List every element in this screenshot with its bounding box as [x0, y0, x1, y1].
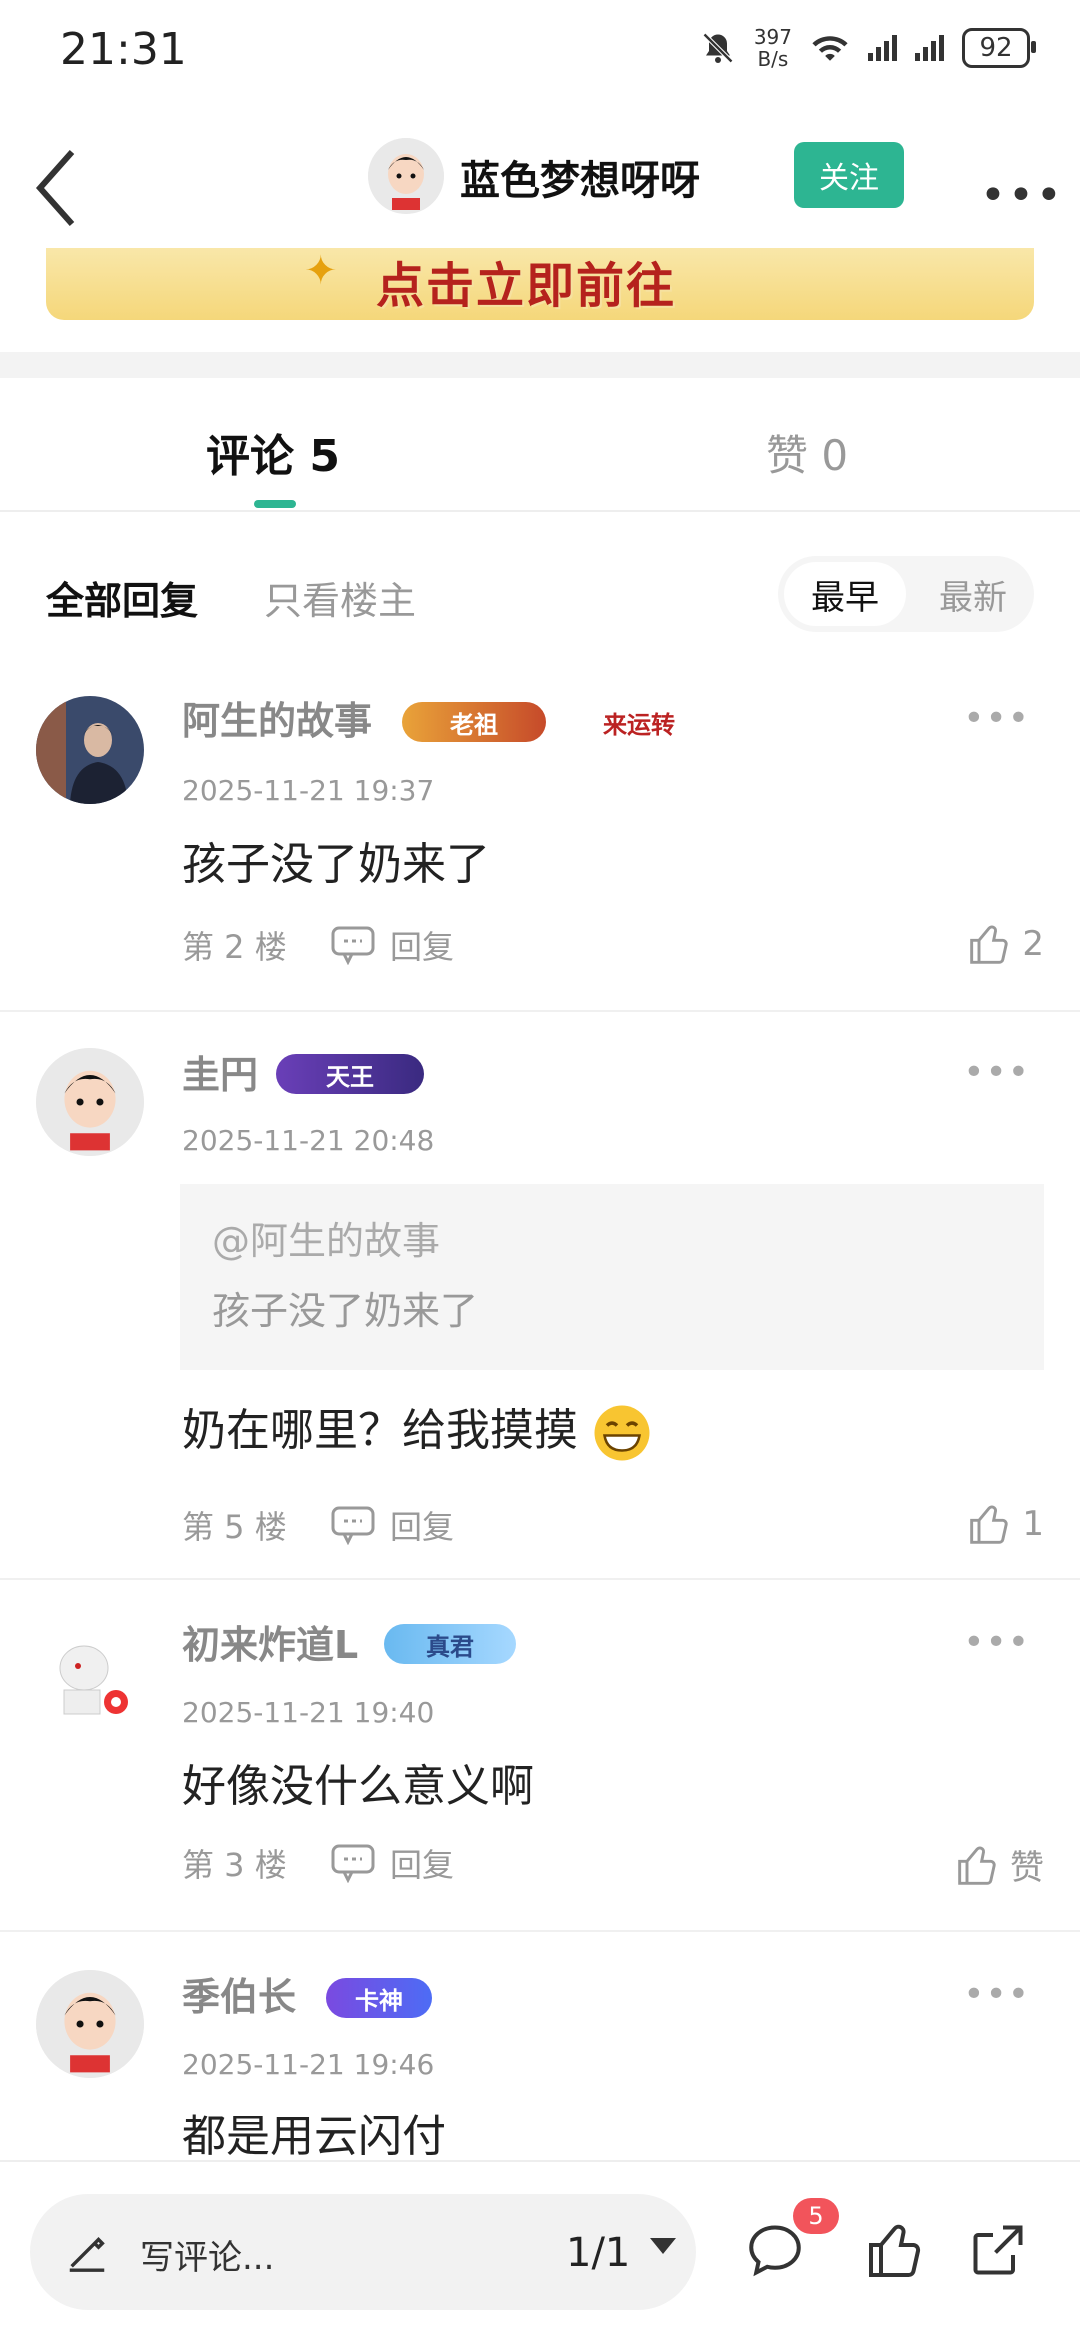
nav-header: 蓝色梦想呀呀 关注 •••	[0, 100, 1080, 250]
filter-all-replies[interactable]: 全部回复	[46, 570, 198, 625]
reply-button[interactable]: 回复	[330, 922, 454, 968]
tab-comments[interactable]: 评论 5	[206, 420, 340, 484]
comment-time: 2025-11-21 19:37	[182, 774, 435, 807]
reply-label: 回复	[390, 1846, 455, 1884]
more-options-icon[interactable]: •••	[980, 170, 1064, 221]
comment-item: 阿生的故事 老祖 来运转 ••• 2025-11-21 19:37 孩子没了奶来…	[0, 690, 1080, 1010]
quoted-text: 孩子没了奶来了	[212, 1289, 479, 1333]
write-comment-placeholder: 写评论...	[140, 2238, 275, 2278]
like-button[interactable]: 1	[968, 1502, 1044, 1546]
thumb-up-icon	[970, 1505, 1008, 1544]
share-icon[interactable]	[968, 2220, 1028, 2280]
like-button[interactable]: 2	[968, 922, 1044, 966]
level-badge: 天王	[276, 1054, 424, 1094]
signal-1-icon	[868, 35, 897, 61]
comment-more-icon[interactable]: •••	[963, 1052, 1030, 1093]
like-button[interactable]: 赞	[956, 1840, 1044, 1889]
comment-divider	[0, 1930, 1080, 1932]
signal-2-icon	[915, 35, 944, 61]
commenter-avatar[interactable]	[36, 1620, 144, 1728]
quoted-comment[interactable]: @阿生的故事 孩子没了奶来了	[180, 1184, 1044, 1370]
net-speed: 397 B/s	[753, 25, 792, 71]
sort-toggle: 最早 最新	[778, 556, 1034, 632]
comment-time: 2025-11-21 20:48	[182, 1124, 435, 1157]
tab-indicator	[254, 500, 296, 508]
commenter-name[interactable]: 阿生的故事	[182, 690, 372, 745]
comment-text: 好像没什么意义啊	[182, 1761, 534, 1812]
comment-bubble-icon[interactable]	[745, 2220, 805, 2280]
quoted-author: @阿生的故事	[212, 1219, 441, 1263]
commenter-name[interactable]: 圭円	[182, 1044, 258, 1099]
level-badge: 卡神	[326, 1978, 432, 2018]
reply-button[interactable]: 回复	[330, 1502, 454, 1548]
promo-banner[interactable]: ✦ 点击立即前往	[46, 248, 1034, 320]
commenter-avatar[interactable]	[36, 1048, 144, 1156]
comment-item: 季伯长 卡神 ••• 2025-11-21 19:46 都是用云闪付	[0, 1966, 1080, 2160]
follow-button[interactable]: 关注	[794, 142, 904, 208]
comment-text: 奶在哪里？给我摸摸	[182, 1394, 652, 1463]
write-comment-input[interactable]: 写评论... 1/1	[30, 2194, 696, 2310]
author-name[interactable]: 蓝色梦想呀呀	[460, 148, 700, 206]
thumb-up-icon	[958, 1846, 996, 1885]
floor-label: 第 3 楼	[182, 1846, 287, 1884]
grin-emoji-icon	[594, 1405, 650, 1461]
floor-label: 第 5 楼	[182, 1508, 287, 1546]
comment-divider	[0, 1578, 1080, 1580]
title-badge: 来运转	[603, 710, 675, 739]
mute-bell-icon	[702, 32, 733, 64]
tab-divider	[0, 510, 1080, 512]
commenter-avatar[interactable]	[36, 696, 144, 804]
comment-text: 孩子没了奶来了	[182, 839, 490, 890]
status-icons: 397 B/s 92	[700, 25, 1036, 71]
comment-item: 圭円 天王 ••• 2025-11-21 20:48 @阿生的故事 孩子没了奶来…	[0, 1044, 1080, 1564]
commenter-avatar[interactable]	[36, 1970, 144, 2078]
author-avatar[interactable]	[368, 138, 444, 214]
filter-op-only[interactable]: 只看楼主	[264, 570, 416, 625]
tab-likes[interactable]: 赞 0	[766, 422, 848, 483]
reply-icon	[331, 1506, 375, 1545]
battery-indicator: 92	[962, 28, 1036, 68]
reply-icon	[331, 926, 375, 965]
comment-count-badge: 5	[793, 2198, 839, 2234]
reply-label: 回复	[390, 1508, 455, 1546]
thumb-up-icon[interactable]	[866, 2220, 926, 2280]
level-badge: 真君	[384, 1624, 516, 1664]
comment-time: 2025-11-21 19:40	[182, 1696, 435, 1729]
page-indicator[interactable]: 1/1	[566, 2230, 630, 2276]
status-bar: 21:31 397 B/s 92	[0, 0, 1080, 100]
comment-divider	[0, 1010, 1080, 1012]
comment-more-icon[interactable]: •••	[963, 1622, 1030, 1663]
commenter-name[interactable]: 季伯长	[182, 1966, 296, 2021]
pencil-icon	[69, 2237, 105, 2272]
comment-item: 初来炸道L 真君 ••• 2025-11-21 19:40 好像没什么意义啊 第…	[0, 1614, 1080, 1924]
caret-down-icon[interactable]	[650, 2238, 676, 2254]
sort-earliest[interactable]: 最早	[784, 562, 906, 626]
floor-label: 第 2 楼	[182, 928, 287, 966]
reply-icon	[331, 1844, 375, 1883]
reply-label: 回复	[390, 928, 455, 966]
bottom-bar: 写评论... 1/1 5	[0, 2160, 1080, 2342]
like-count: 赞	[1010, 1848, 1044, 1888]
sort-newest[interactable]: 最新	[912, 562, 1034, 626]
commenter-name[interactable]: 初来炸道L	[182, 1614, 358, 1669]
level-badge: 老祖	[402, 702, 546, 742]
comment-text: 都是用云闪付	[182, 2111, 446, 2160]
like-count: 1	[1022, 1504, 1044, 1544]
back-arrow-icon[interactable]	[28, 144, 88, 234]
wifi-icon	[812, 36, 848, 61]
status-time: 21:31	[60, 24, 187, 75]
reply-button[interactable]: 回复	[330, 1840, 454, 1886]
sparkle-icon: ✦	[304, 248, 338, 294]
comment-more-icon[interactable]: •••	[963, 698, 1030, 739]
comment-time: 2025-11-21 19:46	[182, 2048, 435, 2081]
section-divider	[0, 352, 1080, 378]
like-count: 2	[1022, 924, 1044, 964]
thumb-up-icon	[970, 925, 1008, 964]
banner-text: 点击立即前往	[376, 258, 677, 314]
comment-more-icon[interactable]: •••	[963, 1974, 1030, 2015]
